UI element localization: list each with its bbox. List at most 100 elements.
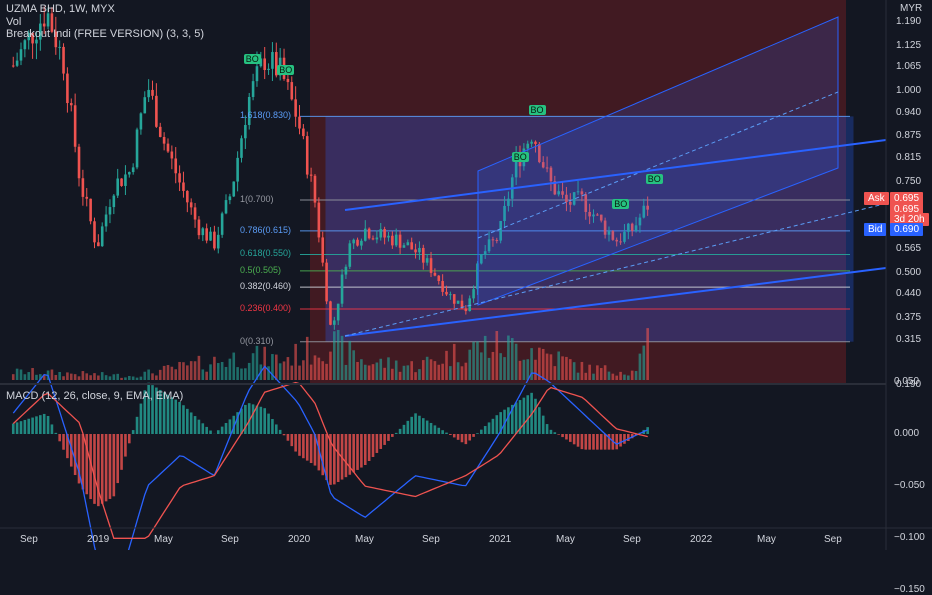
volume-bar-141: [557, 352, 560, 380]
fib-label-6: 0.236(0.400): [240, 303, 291, 313]
macd-hist-bar-8: [43, 414, 46, 434]
macd-hist-bar-100: [399, 429, 402, 434]
macd-hist-bar-144: [569, 434, 572, 442]
volume-bar-19: [85, 373, 88, 380]
volume-bar-110: [437, 365, 440, 380]
macd-hist-bar-150: [592, 434, 595, 450]
volume-bar-111: [441, 364, 444, 380]
candle-body-82: [329, 301, 332, 324]
volume-bar-84: [337, 330, 340, 380]
breakout-marker-4[interactable]: BO: [612, 199, 629, 209]
macd-hist-bar-124: [492, 419, 495, 434]
macd-hist-bar-7: [39, 415, 42, 434]
volume-bar-45: [186, 365, 189, 380]
breakout-marker-1[interactable]: BO: [277, 65, 294, 75]
volume-bar-52: [213, 357, 216, 380]
macd-hist-bar-75: [302, 434, 305, 458]
macd-hist-bar-46: [190, 412, 193, 434]
macd-hist-bar-74: [298, 434, 301, 456]
candle-body-53: [217, 235, 220, 249]
candle-body-49: [201, 228, 204, 235]
volume-bar-124: [492, 352, 495, 380]
volume-bar-148: [584, 373, 587, 380]
candle-body-80: [321, 237, 324, 262]
volume-bar-13: [62, 376, 65, 380]
volume-bar-129: [511, 338, 514, 380]
macd-tick-4: −0.150: [894, 584, 925, 595]
volume-bar-75: [302, 360, 305, 380]
price-tick-3: 1.000: [896, 85, 921, 96]
volume-bar-15: [70, 374, 73, 380]
candle-body-20: [89, 199, 92, 222]
macd-hist-bar-99: [395, 433, 398, 434]
volume-bar-11: [55, 375, 58, 380]
volume-bar-71: [287, 357, 290, 380]
volume-bar-146: [577, 373, 580, 380]
macd-hist-bar-6: [35, 416, 38, 434]
candle-body-36: [151, 90, 154, 96]
candle-body-117: [465, 308, 468, 311]
macd-hist-bar-24: [105, 434, 108, 501]
macd-hist-bar-30: [128, 434, 131, 443]
volume-bar-18: [82, 371, 85, 380]
volume-bar-104: [414, 372, 417, 380]
chart-canvas[interactable]: [0, 0, 932, 550]
candle-body-3: [24, 40, 27, 49]
volume-bar-56: [229, 359, 232, 380]
candle-body-12: [58, 47, 61, 48]
volume-bar-120: [476, 341, 479, 380]
macd-hist-bar-143: [565, 434, 568, 439]
macd-tick-3: −0.100: [894, 532, 925, 543]
volume-bar-142: [561, 356, 564, 380]
price-tick-7: 0.750: [896, 176, 921, 187]
volume-bar-25: [109, 376, 112, 380]
macd-hist-bar-122: [484, 426, 487, 434]
volume-bar-152: [600, 368, 603, 380]
volume-bar-28: [120, 378, 123, 380]
volume-bar-78: [314, 355, 317, 380]
candle-body-51: [209, 232, 212, 241]
volume-bar-154: [608, 372, 611, 380]
macd-hist-bar-119: [472, 434, 475, 437]
macd-label[interactable]: MACD (12, 26, close, 9, EMA, EMA): [6, 390, 183, 402]
candle-body-114: [453, 294, 456, 304]
breakout-marker-5[interactable]: BO: [646, 174, 663, 184]
bid-tag: Bid: [864, 223, 886, 236]
macd-hist-bar-44: [182, 405, 185, 434]
candle-body-57: [232, 182, 235, 197]
volume-bar-41: [171, 367, 174, 380]
volume-bar-60: [244, 368, 247, 380]
candle-body-89: [356, 240, 359, 246]
volume-bar-44: [182, 362, 185, 380]
candle-body-30: [128, 172, 131, 174]
macd-hist-bar-4: [27, 419, 30, 434]
volume-bar-51: [209, 364, 212, 380]
x-tick-7: 2021: [489, 534, 511, 545]
macd-hist-bar-92: [368, 434, 371, 461]
macd-hist-bar-90: [360, 434, 363, 468]
breakout-marker-0[interactable]: BO: [244, 54, 261, 64]
volume-bar-92: [368, 365, 371, 380]
volume-bar-85: [341, 336, 344, 380]
candle-body-99: [395, 235, 398, 246]
breakout-marker-3[interactable]: BO: [512, 152, 529, 162]
candle-body-110: [437, 276, 440, 281]
macd-hist-bar-97: [387, 434, 390, 441]
macd-hist-bar-67: [271, 419, 274, 434]
candle-body-27: [116, 179, 119, 196]
macd-hist-bar-121: [480, 430, 483, 434]
candle-body-95: [379, 229, 382, 237]
symbol-title: UZMA BHD, 1W, MYX: [6, 3, 115, 15]
volume-bar-50: [205, 372, 208, 380]
volume-bar-139: [550, 354, 553, 380]
volume-bar-135: [534, 360, 537, 380]
indicator-label[interactable]: Breakout Indi (FREE VERSION) (3, 3, 5): [6, 28, 204, 40]
volume-bar-159: [627, 375, 630, 380]
price-tick-14: 0.315: [896, 334, 921, 345]
candle-body-76: [306, 136, 309, 174]
candle-body-46: [190, 202, 193, 207]
candle-body-63: [256, 66, 259, 81]
macd-hist-bar-152: [600, 434, 603, 450]
macd-hist-bar-12: [58, 434, 61, 441]
breakout-marker-2[interactable]: BO: [529, 105, 546, 115]
